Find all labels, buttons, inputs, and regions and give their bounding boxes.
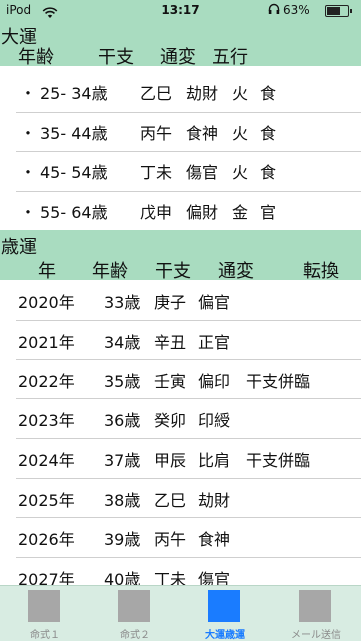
saiun-tsuhen: 印綬 [198, 411, 231, 430]
saiun-row: 2024年 37歳 甲辰 比肩 干支併臨 [0, 438, 361, 478]
tab-meishiki-1[interactable]: 命式１ [0, 586, 90, 641]
tab-label: 大運歳運 [205, 630, 245, 641]
saiun-row: 2021年 34歳 辛丑 正官 [0, 320, 361, 360]
saiun-tsuhen: 比肩 [198, 451, 231, 470]
saiun-age: 33歳 [104, 293, 141, 312]
daiun-saiun-icon [208, 590, 240, 622]
daiun-header: 大運 年齢 干支 通変 五行 [0, 22, 361, 68]
saiun-year: 2020年 [18, 293, 75, 312]
daiun-extra: 食 [260, 84, 277, 103]
saiun-kanshi: 庚子 [154, 293, 187, 312]
daiun-gogyo: 火 [232, 124, 249, 143]
saiun-age: 35歳 [104, 372, 141, 391]
saiun-row: 2026年 39歳 丙午 食神 [0, 517, 361, 557]
saiun-age: 37歳 [104, 451, 141, 470]
daiun-extra: 食 [260, 163, 277, 182]
saiun-kanshi: 甲辰 [154, 451, 187, 470]
saiun-age: 34歳 [104, 333, 141, 352]
meishiki-2-icon [118, 590, 150, 622]
daiun-extra: 官 [260, 203, 277, 222]
saiun-kanshi: 丙午 [154, 530, 187, 549]
tab-meishiki-2[interactable]: 命式２ [90, 586, 180, 641]
daiun-kanshi: 乙巳 [140, 84, 173, 103]
daiun-row: ・ 45- 54歳 丁未 傷官 火 食 [0, 151, 361, 191]
daiun-row: ・ 35- 44歳 丙午 食神 火 食 [0, 112, 361, 152]
bullet: ・ [20, 84, 37, 103]
tab-bar: 命式１ 命式２ 大運歳運 メール送信 [0, 585, 361, 641]
saiun-tsuhen: 食神 [198, 530, 231, 549]
daiun-tsuhen: 食神 [186, 124, 219, 143]
bullet: ・ [20, 203, 37, 222]
saiun-kanshi: 乙巳 [154, 491, 187, 510]
daiun-tsuhen: 傷官 [186, 163, 219, 182]
saiun-tenkan: 干支併臨 [246, 451, 311, 470]
saiun-tsuhen: 偏官 [198, 293, 231, 312]
saiun-age: 36歳 [104, 411, 141, 430]
saiun-row: 2025年 38歳 乙巳 劫財 [0, 478, 361, 518]
tab-label: メール送信 [291, 630, 341, 641]
battery-icon [325, 5, 352, 17]
daiun-gogyo: 火 [232, 163, 249, 182]
daiun-col-gogyo: 五行 [212, 47, 248, 68]
daiun-gogyo: 火 [232, 84, 249, 103]
mail-icon [299, 590, 331, 622]
headphones-icon [268, 3, 280, 18]
daiun-age: 55- 64歳 [40, 203, 108, 222]
status-bar: iPod 13:17 63% [0, 0, 361, 22]
saiun-year: 2025年 [18, 491, 75, 510]
saiun-year: 2022年 [18, 372, 75, 391]
tab-label: 命式１ [30, 630, 60, 641]
daiun-age: 45- 54歳 [40, 163, 108, 182]
daiun-kanshi: 丙午 [140, 124, 173, 143]
saiun-tsuhen: 偏印 [198, 372, 231, 391]
daiun-row: ・ 55- 64歳 戊申 偏財 金 官 [0, 191, 361, 231]
saiun-age: 39歳 [104, 530, 141, 549]
daiun-row: ・ 25- 34歳 乙巳 劫財 火 食 [0, 72, 361, 112]
daiun-extra: 食 [260, 124, 277, 143]
saiun-age: 38歳 [104, 491, 141, 510]
saiun-kanshi: 壬寅 [154, 372, 187, 391]
bullet: ・ [20, 163, 37, 182]
saiun-kanshi: 癸卯 [154, 411, 187, 430]
saiun-year: 2023年 [18, 411, 75, 430]
saiun-kanshi: 辛丑 [154, 333, 187, 352]
saiun-tenkan: 干支併臨 [246, 372, 311, 391]
saiun-year: 2021年 [18, 333, 75, 352]
bullet: ・ [20, 124, 37, 143]
daiun-age: 25- 34歳 [40, 84, 108, 103]
daiun-gogyo: 金 [232, 203, 249, 222]
daiun-age: 35- 44歳 [40, 124, 108, 143]
tab-daiun-saiun[interactable]: 大運歳運 [180, 586, 270, 641]
meishiki-1-icon [28, 590, 60, 622]
saiun-year: 2026年 [18, 530, 75, 549]
saiun-row: 2020年 33歳 庚子 偏官 [0, 280, 361, 320]
tab-mail[interactable]: メール送信 [271, 586, 361, 641]
saiun-header: 歳運 年 年齢 干支 通変 転換 [0, 230, 361, 282]
daiun-tsuhen: 偏財 [186, 203, 219, 222]
saiun-tsuhen: 劫財 [198, 491, 231, 510]
daiun-col-age: 年齢 [18, 47, 54, 68]
saiun-year: 2024年 [18, 451, 75, 470]
saiun-row: 2023年 36歳 癸卯 印綬 [0, 398, 361, 438]
saiun-row: 2022年 35歳 壬寅 偏印 干支併臨 [0, 359, 361, 399]
saiun-tsuhen: 正官 [198, 333, 231, 352]
daiun-col-tsuhen: 通変 [160, 47, 196, 68]
tab-label: 命式２ [120, 630, 150, 641]
daiun-col-kanshi: 干支 [98, 47, 134, 68]
daiun-kanshi: 戊申 [140, 203, 173, 222]
saiun-title: 歳運 [1, 237, 37, 258]
battery-percent: 63% [283, 3, 310, 17]
daiun-tsuhen: 劫財 [186, 84, 219, 103]
daiun-kanshi: 丁未 [140, 163, 173, 182]
